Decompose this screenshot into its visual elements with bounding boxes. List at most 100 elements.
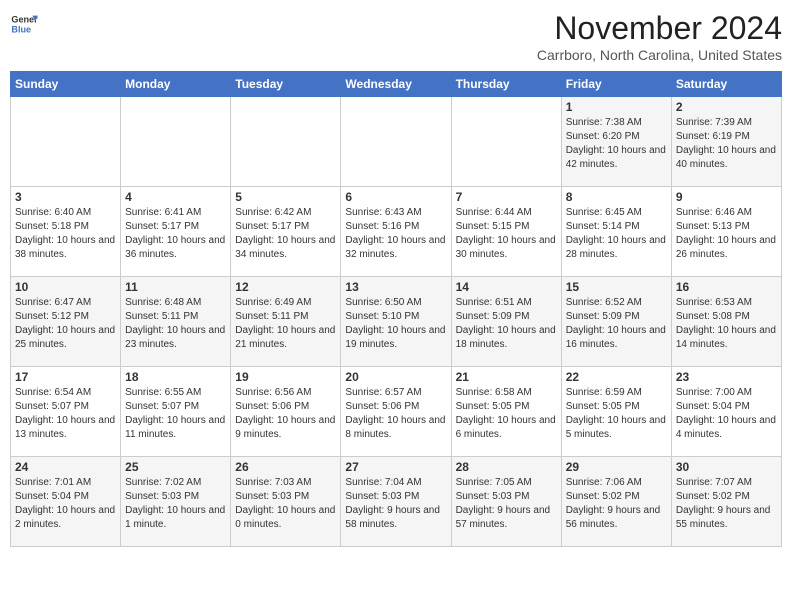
day-number: 30 bbox=[676, 460, 777, 474]
month-title: November 2024 bbox=[537, 10, 782, 47]
day-number: 3 bbox=[15, 190, 116, 204]
title-block: November 2024 Carrboro, North Carolina, … bbox=[537, 10, 782, 63]
weekday-header-sunday: Sunday bbox=[11, 72, 121, 97]
calendar-week-4: 24Sunrise: 7:01 AM Sunset: 5:04 PM Dayli… bbox=[11, 457, 782, 547]
weekday-header-friday: Friday bbox=[561, 72, 671, 97]
day-number: 8 bbox=[566, 190, 667, 204]
day-info: Sunrise: 6:58 AM Sunset: 5:05 PM Dayligh… bbox=[456, 386, 557, 442]
calendar-cell: 29 Sunrise: 7:06 AM Sunset: 5:02 PM Dayli… bbox=[561, 457, 671, 547]
day-info: Sunrise: 6:54 AM Sunset: 5:07 PM Dayligh… bbox=[15, 386, 116, 442]
day-info: Sunrise: 7:00 AM Sunset: 5:04 PM Dayligh… bbox=[676, 386, 777, 442]
day-number: 18 bbox=[125, 370, 226, 384]
calendar-cell bbox=[341, 97, 451, 187]
day-number: 27 bbox=[345, 460, 446, 474]
day-info: Sunrise: 6:44 AM Sunset: 5:15 PM Dayligh… bbox=[456, 206, 557, 262]
day-info: Sunrise: 6:47 AM Sunset: 5:12 PM Dayligh… bbox=[15, 296, 116, 352]
calendar-cell: 23 Sunrise: 7:00 AM Sunset: 5:04 PM Dayli… bbox=[671, 367, 781, 457]
calendar-cell: 14 Sunrise: 6:51 AM Sunset: 5:09 PM Dayli… bbox=[451, 277, 561, 367]
calendar-body: 1Sunrise: 7:38 AM Sunset: 6:20 PM Daylig… bbox=[11, 97, 782, 547]
day-number: 25 bbox=[125, 460, 226, 474]
calendar-cell: 13Sunrise: 6:50 AM Sunset: 5:10 PM Dayli… bbox=[341, 277, 451, 367]
calendar-week-2: 10 Sunrise: 6:47 AM Sunset: 5:12 PM Dayli… bbox=[11, 277, 782, 367]
calendar-cell: 16 Sunrise: 6:53 AM Sunset: 5:08 PM Dayli… bbox=[671, 277, 781, 367]
day-info: Sunrise: 6:56 AM Sunset: 5:06 PM Dayligh… bbox=[235, 386, 336, 442]
calendar-cell: 9 Sunrise: 6:46 AM Sunset: 5:13 PM Daylig… bbox=[671, 187, 781, 277]
day-number: 15 bbox=[566, 280, 667, 294]
day-info: Sunrise: 6:45 AM Sunset: 5:14 PM Dayligh… bbox=[566, 206, 667, 262]
day-number: 6 bbox=[345, 190, 446, 204]
calendar-week-1: 3Sunrise: 6:40 AM Sunset: 5:18 PM Daylig… bbox=[11, 187, 782, 277]
day-info: Sunrise: 7:04 AM Sunset: 5:03 PM Dayligh… bbox=[345, 476, 446, 532]
calendar-cell: 15 Sunrise: 6:52 AM Sunset: 5:09 PM Dayli… bbox=[561, 277, 671, 367]
day-info: Sunrise: 6:52 AM Sunset: 5:09 PM Dayligh… bbox=[566, 296, 667, 352]
day-info: Sunrise: 6:51 AM Sunset: 5:09 PM Dayligh… bbox=[456, 296, 557, 352]
day-info: Sunrise: 7:06 AM Sunset: 5:02 PM Dayligh… bbox=[566, 476, 667, 532]
calendar-cell: 10 Sunrise: 6:47 AM Sunset: 5:12 PM Dayli… bbox=[11, 277, 121, 367]
day-info: Sunrise: 7:02 AM Sunset: 5:03 PM Dayligh… bbox=[125, 476, 226, 532]
day-number: 24 bbox=[15, 460, 116, 474]
day-number: 19 bbox=[235, 370, 336, 384]
day-info: Sunrise: 7:07 AM Sunset: 5:02 PM Dayligh… bbox=[676, 476, 777, 532]
svg-text:Blue: Blue bbox=[11, 24, 31, 34]
day-info: Sunrise: 7:03 AM Sunset: 5:03 PM Dayligh… bbox=[235, 476, 336, 532]
day-number: 10 bbox=[15, 280, 116, 294]
calendar-cell bbox=[231, 97, 341, 187]
calendar-week-0: 1Sunrise: 7:38 AM Sunset: 6:20 PM Daylig… bbox=[11, 97, 782, 187]
calendar-week-3: 17 Sunrise: 6:54 AM Sunset: 5:07 PM Dayli… bbox=[11, 367, 782, 457]
weekday-header-saturday: Saturday bbox=[671, 72, 781, 97]
weekday-header-tuesday: Tuesday bbox=[231, 72, 341, 97]
calendar-cell: 8 Sunrise: 6:45 AM Sunset: 5:14 PM Daylig… bbox=[561, 187, 671, 277]
calendar-cell: 7Sunrise: 6:44 AM Sunset: 5:15 PM Daylig… bbox=[451, 187, 561, 277]
calendar-cell: 1Sunrise: 7:38 AM Sunset: 6:20 PM Daylig… bbox=[561, 97, 671, 187]
calendar-cell: 3Sunrise: 6:40 AM Sunset: 5:18 PM Daylig… bbox=[11, 187, 121, 277]
calendar-cell: 22 Sunrise: 6:59 AM Sunset: 5:05 PM Dayli… bbox=[561, 367, 671, 457]
day-number: 16 bbox=[676, 280, 777, 294]
day-number: 22 bbox=[566, 370, 667, 384]
day-info: Sunrise: 6:46 AM Sunset: 5:13 PM Dayligh… bbox=[676, 206, 777, 262]
calendar-cell: 11 Sunrise: 6:48 AM Sunset: 5:11 PM Dayli… bbox=[121, 277, 231, 367]
calendar-cell bbox=[451, 97, 561, 187]
calendar-cell: 5Sunrise: 6:42 AM Sunset: 5:17 PM Daylig… bbox=[231, 187, 341, 277]
day-info: Sunrise: 6:55 AM Sunset: 5:07 PM Dayligh… bbox=[125, 386, 226, 442]
day-number: 17 bbox=[15, 370, 116, 384]
day-number: 14 bbox=[456, 280, 557, 294]
calendar-cell: 18 Sunrise: 6:55 AM Sunset: 5:07 PM Dayli… bbox=[121, 367, 231, 457]
day-number: 29 bbox=[566, 460, 667, 474]
day-info: Sunrise: 6:59 AM Sunset: 5:05 PM Dayligh… bbox=[566, 386, 667, 442]
day-info: Sunrise: 6:43 AM Sunset: 5:16 PM Dayligh… bbox=[345, 206, 446, 262]
weekday-header-row: SundayMondayTuesdayWednesdayThursdayFrid… bbox=[11, 72, 782, 97]
day-info: Sunrise: 6:48 AM Sunset: 5:11 PM Dayligh… bbox=[125, 296, 226, 352]
logo-icon: General Blue bbox=[10, 10, 38, 38]
calendar-table: SundayMondayTuesdayWednesdayThursdayFrid… bbox=[10, 71, 782, 547]
day-number: 26 bbox=[235, 460, 336, 474]
page-header: General Blue November 2024 Carrboro, Nor… bbox=[10, 10, 782, 63]
calendar-cell: 28 Sunrise: 7:05 AM Sunset: 5:03 PM Dayli… bbox=[451, 457, 561, 547]
calendar-cell: 17 Sunrise: 6:54 AM Sunset: 5:07 PM Dayli… bbox=[11, 367, 121, 457]
day-number: 9 bbox=[676, 190, 777, 204]
calendar-cell: 30 Sunrise: 7:07 AM Sunset: 5:02 PM Dayli… bbox=[671, 457, 781, 547]
day-info: Sunrise: 7:39 AM Sunset: 6:19 PM Dayligh… bbox=[676, 116, 777, 172]
calendar-cell: 4Sunrise: 6:41 AM Sunset: 5:17 PM Daylig… bbox=[121, 187, 231, 277]
calendar-cell: 2 Sunrise: 7:39 AM Sunset: 6:19 PM Daylig… bbox=[671, 97, 781, 187]
weekday-header-wednesday: Wednesday bbox=[341, 72, 451, 97]
day-info: Sunrise: 6:42 AM Sunset: 5:17 PM Dayligh… bbox=[235, 206, 336, 262]
day-info: Sunrise: 6:50 AM Sunset: 5:10 PM Dayligh… bbox=[345, 296, 446, 352]
day-number: 28 bbox=[456, 460, 557, 474]
calendar-cell: 21Sunrise: 6:58 AM Sunset: 5:05 PM Dayli… bbox=[451, 367, 561, 457]
calendar-cell: 27 Sunrise: 7:04 AM Sunset: 5:03 PM Dayli… bbox=[341, 457, 451, 547]
calendar-cell: 20 Sunrise: 6:57 AM Sunset: 5:06 PM Dayli… bbox=[341, 367, 451, 457]
day-info: Sunrise: 6:53 AM Sunset: 5:08 PM Dayligh… bbox=[676, 296, 777, 352]
calendar-cell bbox=[121, 97, 231, 187]
calendar-cell: 26 Sunrise: 7:03 AM Sunset: 5:03 PM Dayli… bbox=[231, 457, 341, 547]
calendar-cell bbox=[11, 97, 121, 187]
day-number: 11 bbox=[125, 280, 226, 294]
calendar-cell: 25 Sunrise: 7:02 AM Sunset: 5:03 PM Dayli… bbox=[121, 457, 231, 547]
day-info: Sunrise: 7:38 AM Sunset: 6:20 PM Dayligh… bbox=[566, 116, 667, 172]
day-number: 2 bbox=[676, 100, 777, 114]
day-number: 20 bbox=[345, 370, 446, 384]
calendar-cell: 12Sunrise: 6:49 AM Sunset: 5:11 PM Dayli… bbox=[231, 277, 341, 367]
day-info: Sunrise: 7:05 AM Sunset: 5:03 PM Dayligh… bbox=[456, 476, 557, 532]
day-number: 23 bbox=[676, 370, 777, 384]
day-info: Sunrise: 6:57 AM Sunset: 5:06 PM Dayligh… bbox=[345, 386, 446, 442]
calendar-cell: 6 Sunrise: 6:43 AM Sunset: 5:16 PM Daylig… bbox=[341, 187, 451, 277]
